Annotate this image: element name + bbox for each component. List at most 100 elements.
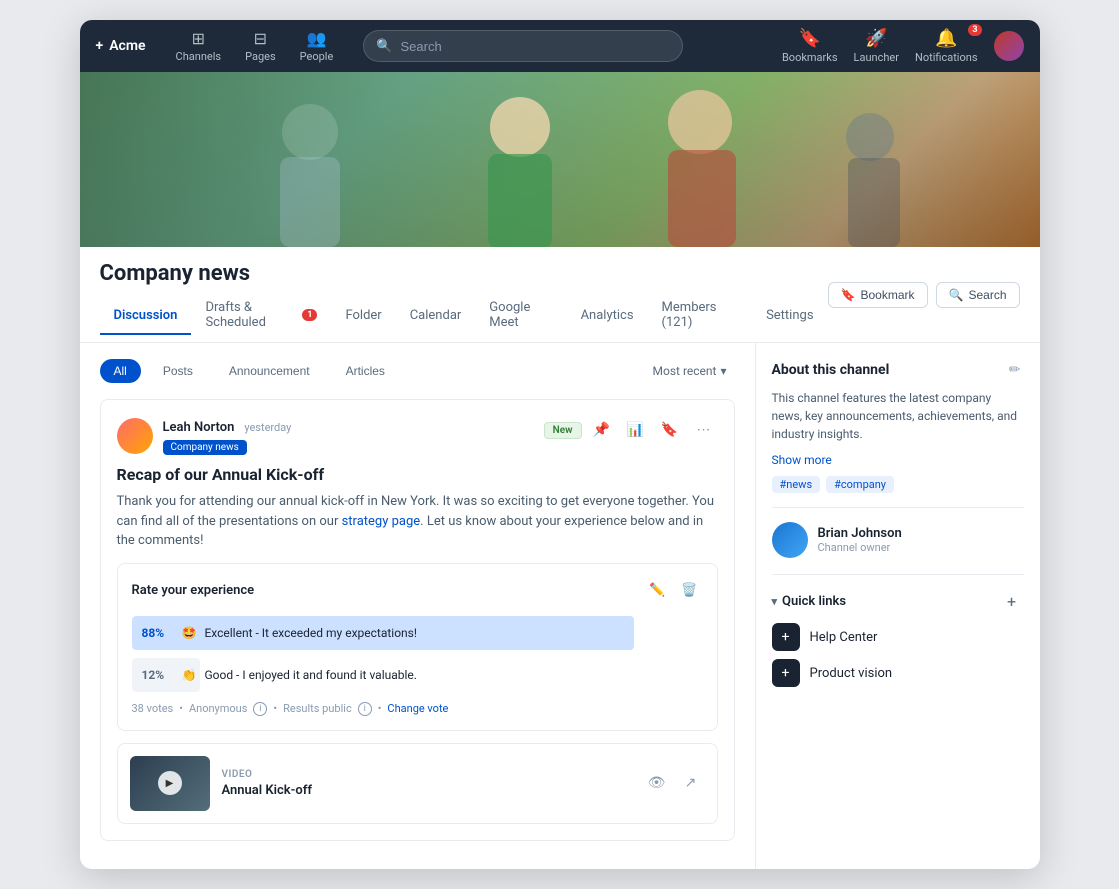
post-header: Leah Norton yesterday Company news New 📌… [117,416,718,455]
user-avatar[interactable] [994,31,1024,61]
pin-button[interactable]: 📌 [588,416,616,444]
notifications-button[interactable]: 🔔 3 Notifications [915,28,978,64]
filter-all[interactable]: All [100,359,141,383]
poll-label-excellent: Excellent - It exceeded my expectations! [204,626,417,640]
top-nav: + Acme ⊞ Channels ⊟ Pages 👥 People 🔍 🔖 [80,20,1040,72]
tab-drafts[interactable]: Drafts & Scheduled 1 [191,294,331,342]
more-options-button[interactable]: ⋯ [690,416,718,444]
quick-link-help-center[interactable]: + Help Center [772,623,1024,651]
video-view-button[interactable]: 👁 [643,769,671,797]
change-vote-link[interactable]: Change vote [387,702,448,715]
channels-label: Channels [176,50,222,63]
launcher-icon: 🚀 [865,28,887,49]
poll-option-good[interactable]: 12% 👏 Good - I enjoyed it and found it v… [132,658,703,692]
browser-window: + Acme ⊞ Channels ⊟ Pages 👥 People 🔍 🔖 [80,20,1040,869]
about-title: About this channel [772,362,890,378]
tag-news[interactable]: #news [772,476,821,493]
poll-bar-text-good: 12% 👏 Good - I enjoyed it and found it v… [132,658,703,692]
chart-button[interactable]: 📊 [622,416,650,444]
notifications-icon: 🔔 [935,28,957,49]
dot-separator-2: • [273,702,277,715]
add-quick-link-button[interactable]: + [1000,589,1024,613]
tab-discussion[interactable]: Discussion [100,302,192,335]
poll-header: Rate your experience ✏️ 🗑️ [132,578,703,604]
bookmarks-button[interactable]: 🔖 Bookmarks [782,28,838,64]
show-more-link[interactable]: Show more [772,453,832,467]
owner-avatar [772,522,808,558]
anonymous-info-icon[interactable]: i [253,702,267,716]
tags-list: #news #company [772,476,1024,493]
poll-pct-good: 12% [142,668,174,682]
bookmark-post-button[interactable]: 🔖 [656,416,684,444]
channel-title-area: Company news Discussion Drafts & Schedul… [100,261,828,342]
tab-folder[interactable]: Folder [331,302,395,335]
pages-icon: ⊟ [254,29,267,48]
nav-item-people[interactable]: 👥 People [290,25,344,67]
author-info: Leah Norton yesterday Company news [163,416,292,455]
poll-icons: ✏️ 🗑️ [645,578,703,604]
poll-delete-button[interactable]: 🗑️ [677,578,703,604]
video-export-button[interactable]: ↗ [677,769,705,797]
author-name: Leah Norton [163,420,235,435]
quick-links-label: Quick links [782,594,846,609]
about-edit-button[interactable]: ✏ [1006,359,1024,381]
tag-company[interactable]: #company [826,476,894,493]
tab-settings[interactable]: Settings [752,302,827,335]
filter-articles[interactable]: Articles [332,359,399,383]
main-content: All Posts Announcement Articles Most rec… [80,343,1040,869]
poll-edit-button[interactable]: ✏️ [645,578,671,604]
results-info-icon[interactable]: i [358,702,372,716]
quick-link-product-vision-icon: + [772,659,800,687]
launcher-button[interactable]: 🚀 Launcher [854,28,899,64]
quick-link-help-center-label: Help Center [810,630,878,645]
nav-item-pages[interactable]: ⊟ Pages [235,25,286,67]
sort-label: Most recent [653,364,717,378]
channel-search-icon: 🔍 [949,288,964,302]
owner-info: Brian Johnson Channel owner [818,526,902,554]
nav-logo[interactable]: + Acme [96,38,146,54]
search-icon: 🔍 [376,39,392,54]
bookmark-button[interactable]: 🔖 Bookmark [828,282,928,308]
new-badge: New [544,422,582,439]
notification-badge: 3 [968,24,981,36]
channel-tag: Company news [163,440,247,455]
about-description: This channel features the latest company… [772,389,1024,443]
tab-calendar[interactable]: Calendar [396,302,476,335]
quick-links: ▾ Quick links + + Help Center + Product … [772,589,1024,687]
channel-search-button[interactable]: 🔍 Search [936,282,1020,308]
strategy-page-link[interactable]: strategy page [342,514,421,529]
search-bar[interactable]: 🔍 [363,30,683,62]
search-input[interactable] [401,39,671,54]
quick-link-product-vision[interactable]: + Product vision [772,659,1024,687]
poll-pct-excellent: 88% [142,626,174,640]
hero-svg [180,72,940,247]
poll-emoji-excellent: 🤩 [182,626,197,640]
tab-google-meet[interactable]: Google Meet [475,294,566,342]
video-actions: 👁 ↗ [643,769,705,797]
video-title: Annual Kick-off [222,783,631,798]
poll-card: Rate your experience ✏️ 🗑️ 88% 🤩 [117,563,718,731]
poll-footer: 38 votes • Anonymous i • Results public … [132,702,703,716]
tab-analytics[interactable]: Analytics [567,302,648,335]
owner-name: Brian Johnson [818,526,902,541]
dot-separator-3: • [378,702,382,715]
nav-item-channels[interactable]: ⊞ Channels [166,25,232,67]
filter-bar: All Posts Announcement Articles Most rec… [100,359,735,383]
filter-announcement[interactable]: Announcement [215,359,324,383]
channel-title: Company news [100,261,828,286]
post-title: Recap of our Annual Kick-off [117,465,718,484]
owner-role: Channel owner [818,541,902,554]
poll-votes: 38 votes [132,702,174,715]
bookmark-icon: 🔖 [841,288,856,302]
post-author-row: Leah Norton yesterday Company news [117,416,292,455]
poll-emoji-good: 👏 [182,668,197,682]
tab-members[interactable]: Members (121) [648,294,753,342]
play-button[interactable]: ▶ [158,771,182,795]
poll-option-excellent[interactable]: 88% 🤩 Excellent - It exceeded my expecta… [132,616,703,650]
hero-image [80,72,1040,247]
video-card: ▶ VIDEO Annual Kick-off 👁 ↗ [117,743,718,824]
chevron-down-icon: ▾ [772,595,778,608]
filter-posts[interactable]: Posts [149,359,207,383]
poll-label-good: Good - I enjoyed it and found it valuabl… [204,668,417,682]
sort-button[interactable]: Most recent ▾ [645,360,735,382]
